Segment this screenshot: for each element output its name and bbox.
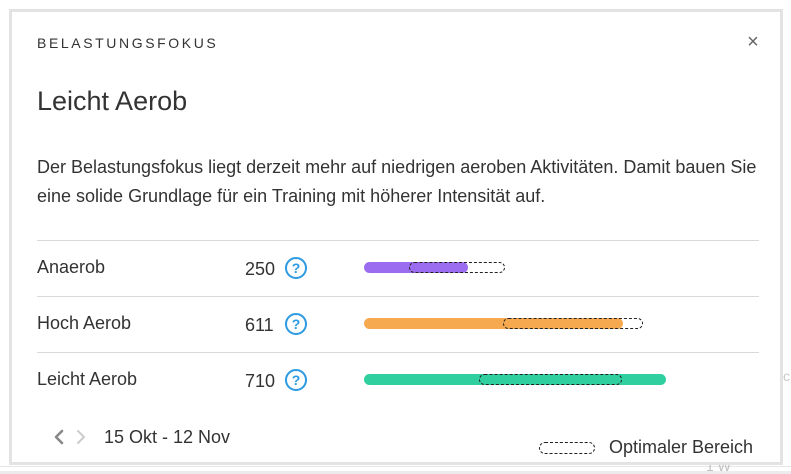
- modal-header: BELASTUNGSFOKUS: [37, 35, 219, 51]
- optimal-range-marker: [409, 262, 505, 273]
- load-row-high-aerobic: Hoch Aerob 611 ?: [37, 296, 759, 352]
- row-label: Leicht Aerob: [37, 369, 138, 389]
- optimal-range-marker: [479, 374, 622, 385]
- background-text-fragment: c: [783, 368, 790, 384]
- row-value: 710: [245, 371, 276, 391]
- legend-label: Optimaler Bereich: [609, 437, 754, 457]
- load-bar: [364, 260, 724, 274]
- row-label: Anaerob: [37, 257, 106, 277]
- legend: Optimaler Bereich: [539, 437, 753, 458]
- chevron-right-icon: [77, 430, 85, 444]
- load-row-low-aerobic: Leicht Aerob 710 ?: [37, 352, 759, 408]
- help-icon[interactable]: ?: [285, 257, 307, 279]
- date-range-label: 15 Okt - 12 Nov: [104, 426, 231, 447]
- training-load-focus-modal: BELASTUNGSFOKUS × Leicht Aerob Der Belas…: [9, 9, 783, 465]
- optimal-range-legend-swatch: [539, 441, 595, 454]
- row-value: 611: [245, 315, 274, 335]
- help-icon[interactable]: ?: [285, 369, 307, 391]
- chevron-left-icon: [54, 429, 64, 445]
- row-label: Hoch Aerob: [37, 313, 132, 333]
- backdrop-divider: [0, 466, 791, 467]
- date-navigation: 15 Okt - 12 Nov: [48, 426, 230, 448]
- previous-period-button[interactable]: [48, 426, 70, 448]
- modal-description: Der Belastungsfokus liegt derzeit mehr a…: [37, 157, 757, 206]
- load-focus-list: Anaerob 250 ? Hoch Aerob 611 ? Leicht Ae…: [37, 240, 759, 408]
- load-bar: [364, 372, 724, 386]
- help-icon[interactable]: ?: [285, 313, 307, 335]
- optimal-range-marker: [502, 318, 644, 329]
- close-button[interactable]: ×: [740, 29, 766, 55]
- modal-title: Leicht Aerob: [37, 86, 188, 116]
- load-bar: [364, 316, 724, 330]
- next-period-button[interactable]: [70, 426, 92, 448]
- close-icon: ×: [747, 30, 759, 53]
- row-value: 250: [245, 259, 276, 279]
- load-row-anaerobic: Anaerob 250 ?: [37, 240, 759, 296]
